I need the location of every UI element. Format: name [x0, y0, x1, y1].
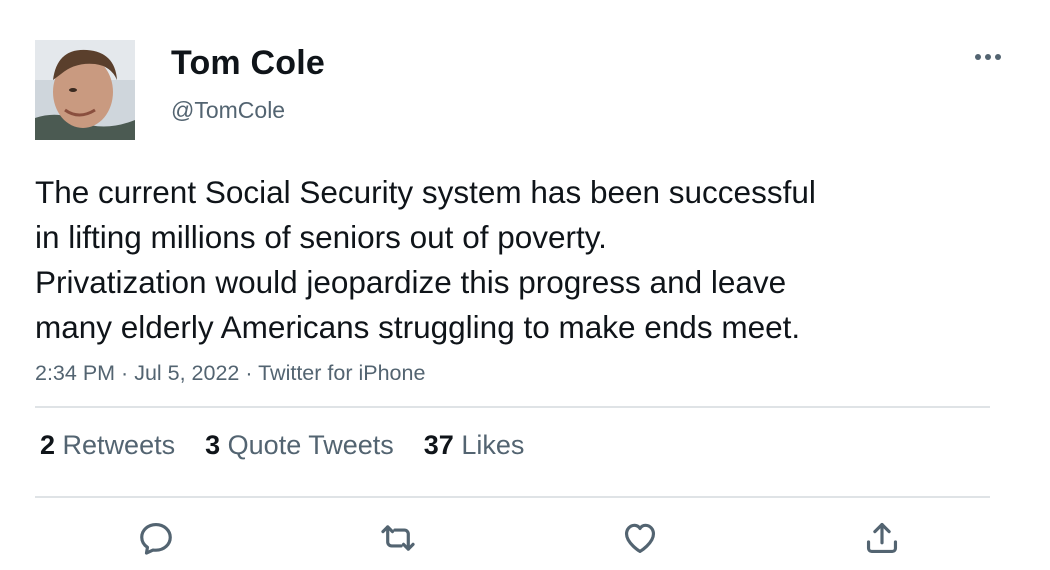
likes-label: Likes: [461, 430, 525, 460]
share-button[interactable]: [860, 516, 904, 560]
quote-tweets-count: 3: [205, 430, 221, 460]
tweet-text-line: many elderly Americans struggling to mak…: [35, 309, 801, 345]
more-horizontal-icon: [975, 54, 1001, 60]
divider-bottom: [35, 496, 990, 498]
tweet-stats: 2 Retweets 3 Quote Tweets 37 Likes: [40, 430, 524, 461]
tweet-date[interactable]: Jul 5, 2022: [134, 361, 239, 385]
tweet-text: The current Social Security system has b…: [35, 170, 955, 350]
tweet-text-line: The current Social Security system has b…: [35, 174, 816, 210]
like-button[interactable]: [618, 516, 662, 560]
author-display-name[interactable]: Tom Cole: [171, 44, 325, 83]
meta-separator: ·: [115, 361, 135, 385]
likes-count: 37: [423, 430, 454, 460]
tweet-time[interactable]: 2:34 PM: [35, 361, 115, 385]
share-icon: [866, 522, 898, 554]
tweet-text-line: in lifting millions of seniors out of po…: [35, 219, 607, 255]
tweet-source[interactable]: Twitter for iPhone: [258, 361, 425, 385]
divider-top: [35, 406, 990, 408]
reply-icon: [140, 522, 172, 555]
reply-button[interactable]: [134, 516, 178, 560]
more-options-button[interactable]: [968, 44, 1008, 70]
retweets-stat[interactable]: 2 Retweets: [40, 430, 175, 461]
avatar[interactable]: [35, 40, 135, 140]
quote-tweets-label: Quote Tweets: [227, 430, 394, 460]
tweet-meta: 2:34 PM · Jul 5, 2022 · Twitter for iPho…: [35, 361, 425, 386]
retweet-button[interactable]: [376, 516, 420, 560]
heart-icon: [624, 523, 656, 554]
retweets-count: 2: [40, 430, 56, 460]
avatar-photo: [35, 40, 135, 140]
tweet-text-line: Privatization would jeopardize this prog…: [35, 264, 787, 300]
quote-tweets-stat[interactable]: 3 Quote Tweets: [205, 430, 394, 461]
author-handle[interactable]: @TomCole: [171, 97, 285, 124]
meta-separator: ·: [239, 361, 259, 385]
retweets-label: Retweets: [62, 430, 176, 460]
retweet-icon: [381, 525, 415, 551]
likes-stat[interactable]: 37 Likes: [424, 430, 525, 461]
